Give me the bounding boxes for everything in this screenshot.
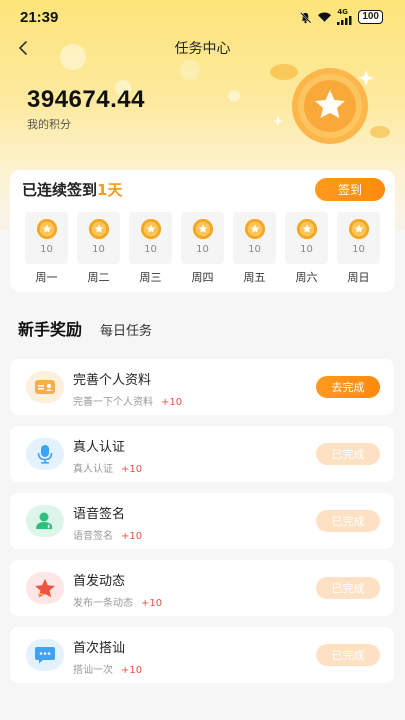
signin-day-fri[interactable]: 10 周五 — [233, 212, 276, 285]
task-desc-text: 语音签名 — [73, 531, 113, 542]
task-icon-wrap — [26, 371, 64, 403]
task-icon-wrap — [26, 639, 64, 671]
task-name: 首发动态 — [73, 574, 126, 589]
signin-day-sun[interactable]: 10 周日 — [337, 212, 380, 285]
task-name: 首次搭讪 — [73, 641, 126, 656]
microphone-icon — [37, 445, 53, 464]
voice-user-icon — [36, 512, 53, 530]
status-icons: 4G 100 — [299, 9, 383, 25]
task-item: 语音签名 语音签名 +10 已完成 — [10, 493, 394, 549]
star-icon — [35, 578, 55, 597]
task-name: 完善个人资料 — [73, 373, 152, 388]
day-label: 周五 — [243, 271, 266, 284]
task-desc-text: 真人认证 — [73, 464, 113, 475]
signin-day-sat[interactable]: 10 周六 — [285, 212, 328, 285]
task-completed-button[interactable]: 已完成 — [316, 644, 380, 666]
day-amount: 10 — [40, 244, 53, 255]
task-desc: 真人认证 +10 — [73, 460, 142, 475]
coin-icon — [36, 218, 57, 240]
task-desc-text: 搭讪一次 — [73, 665, 113, 676]
task-item: 完善个人资料 完善一下个人资料 +10 去完成 — [10, 359, 394, 415]
signal-icon — [337, 16, 352, 25]
day-box: 10 — [337, 212, 380, 264]
task-name: 语音签名 — [73, 507, 126, 522]
signin-streak-days: 1天 — [97, 181, 123, 199]
points-value: 394674.44 — [27, 86, 145, 113]
task-item: 首次搭讪 搭讪一次 +10 已完成 — [10, 627, 394, 683]
page-title: 任务中心 — [174, 41, 231, 57]
coin-icon — [88, 218, 109, 240]
coin-icon — [348, 218, 369, 240]
signin-title: 已连续签到1天 — [22, 179, 122, 200]
task-reward: +10 — [141, 598, 163, 609]
points-label: 我的积分 — [27, 118, 71, 131]
coin-icon — [296, 218, 317, 240]
day-label: 周二 — [87, 271, 110, 284]
day-amount: 10 — [196, 244, 209, 255]
day-label: 周日 — [347, 271, 370, 284]
task-reward: +10 — [121, 531, 143, 542]
tab-daily-tasks[interactable]: 每日任务 — [100, 320, 152, 339]
status-time: 21:39 — [20, 8, 59, 26]
back-arrow-icon[interactable] — [14, 38, 34, 58]
task-name: 真人认证 — [73, 440, 126, 455]
day-amount: 10 — [248, 244, 261, 255]
task-desc-text: 发布一条动态 — [73, 598, 133, 609]
tab-newbie-rewards[interactable]: 新手奖励 — [18, 316, 82, 340]
task-go-complete-button[interactable]: 去完成 — [316, 376, 380, 398]
task-reward: +10 — [121, 464, 143, 475]
coin-icon — [192, 218, 213, 240]
task-reward: +10 — [161, 397, 183, 408]
task-desc: 语音签名 +10 — [73, 527, 142, 542]
task-item: 真人认证 真人认证 +10 已完成 — [10, 426, 394, 482]
day-label: 周一 — [35, 271, 58, 284]
task-desc: 搭讪一次 +10 — [73, 661, 142, 676]
id-card-icon — [35, 380, 55, 394]
day-label: 周六 — [295, 271, 318, 284]
coin-illustration — [270, 64, 390, 144]
status-bar: 21:39 4G 100 — [0, 0, 405, 34]
day-amount: 10 — [352, 244, 365, 255]
day-box: 10 — [77, 212, 120, 264]
task-completed-button[interactable]: 已完成 — [316, 443, 380, 465]
task-item: 首发动态 发布一条动态 +10 已完成 — [10, 560, 394, 616]
task-reward: +10 — [121, 665, 143, 676]
wifi-icon — [318, 12, 332, 22]
coin-icon — [140, 218, 161, 240]
signin-title-prefix: 已连续签到 — [22, 181, 98, 199]
signin-day-thu[interactable]: 10 周四 — [181, 212, 224, 285]
mute-bell-icon — [300, 11, 312, 23]
task-tabs: 新手奖励 每日任务 — [18, 316, 152, 340]
task-completed-button[interactable]: 已完成 — [316, 577, 380, 599]
day-label: 周三 — [139, 271, 162, 284]
day-amount: 10 — [144, 244, 157, 255]
task-desc: 完善一下个人资料 +10 — [73, 393, 182, 408]
task-completed-button[interactable]: 已完成 — [316, 510, 380, 532]
day-amount: 10 — [92, 244, 105, 255]
signin-day-wed[interactable]: 10 周三 — [129, 212, 172, 285]
signin-button[interactable]: 签到 — [315, 178, 385, 201]
signin-day-mon[interactable]: 10 周一 — [25, 212, 68, 285]
day-amount: 10 — [300, 244, 313, 255]
task-desc: 发布一条动态 +10 — [73, 594, 162, 609]
signin-day-tue[interactable]: 10 周二 — [77, 212, 120, 285]
signin-days-row: 10 周一 10 周二 10 周三 10 周四 10 周五 10 周六 10 周… — [25, 212, 380, 285]
task-desc-text: 完善一下个人资料 — [73, 397, 153, 408]
day-label: 周四 — [191, 271, 214, 284]
day-box: 10 — [285, 212, 328, 264]
task-icon-wrap — [26, 572, 64, 604]
day-box: 10 — [129, 212, 172, 264]
network-type: 4G — [337, 8, 348, 16]
chat-bubble-icon — [35, 647, 55, 664]
coin-icon — [244, 218, 265, 240]
task-icon-wrap — [26, 505, 64, 537]
day-box: 10 — [25, 212, 68, 264]
day-box: 10 — [233, 212, 276, 264]
battery-indicator: 100 — [358, 10, 383, 24]
signin-card: 已连续签到1天 签到 10 周一 10 周二 10 周三 10 周四 10 周五… — [10, 170, 395, 292]
task-icon-wrap — [26, 438, 64, 470]
day-box: 10 — [181, 212, 224, 264]
